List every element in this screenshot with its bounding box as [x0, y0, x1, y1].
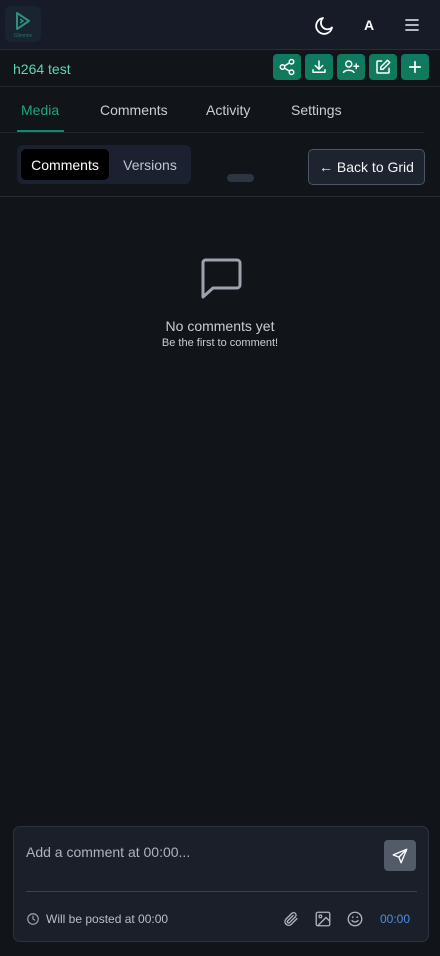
comment-input[interactable] — [26, 839, 376, 865]
empty-state-title: No comments yet — [165, 318, 275, 334]
app-logo[interactable]: Glimmie — [5, 6, 41, 42]
comments-toolbar: Comments Versions ← Back to Grid — [0, 133, 440, 197]
font-size-button[interactable]: A — [361, 15, 377, 35]
tab-activity[interactable]: Activity — [206, 102, 250, 118]
drag-handle[interactable] — [227, 174, 254, 182]
composer-divider — [26, 891, 417, 892]
share-button[interactable] — [273, 54, 301, 80]
segment-comments[interactable]: Comments — [21, 149, 109, 180]
moon-icon[interactable] — [313, 13, 337, 37]
post-time-info: Will be posted at 00:00 — [46, 912, 169, 926]
smile-icon[interactable] — [346, 910, 364, 928]
share-icon — [279, 58, 295, 76]
image-icon[interactable] — [314, 910, 332, 928]
add-user-button[interactable] — [337, 54, 365, 80]
tab-comments[interactable]: Comments — [100, 102, 168, 118]
view-switcher: Comments Versions — [17, 145, 191, 184]
project-bar: h264 test — [0, 50, 440, 87]
user-plus-icon — [342, 60, 360, 74]
project-title: h264 test — [13, 61, 71, 77]
download-button[interactable] — [305, 54, 333, 80]
speech-bubble-icon — [201, 258, 242, 299]
clock-icon — [27, 913, 39, 925]
tab-settings[interactable]: Settings — [291, 102, 342, 118]
segment-versions[interactable]: Versions — [115, 149, 185, 180]
play-logo-icon — [16, 12, 30, 30]
edit-button[interactable] — [369, 54, 397, 80]
download-icon — [312, 60, 326, 73]
tab-media[interactable]: Media — [21, 102, 59, 118]
send-button[interactable] — [384, 840, 416, 871]
hamburger-menu-icon[interactable] — [400, 13, 424, 37]
top-bar: Glimmie A — [0, 0, 440, 50]
back-to-grid-button[interactable]: ← Back to Grid — [308, 149, 425, 185]
edit-icon — [376, 59, 391, 74]
paperclip-icon[interactable] — [282, 910, 300, 928]
tab-bar: Media Comments Activity Settings — [0, 88, 440, 133]
send-icon — [392, 848, 408, 863]
empty-state-subtitle: Be the first to comment! — [161, 337, 279, 349]
plus-icon — [408, 60, 422, 74]
comment-composer: Will be posted at 00:00 00:00 — [13, 826, 429, 942]
add-button[interactable] — [401, 54, 429, 80]
timecode[interactable]: 00:00 — [380, 912, 410, 926]
logo-text: Glimmie — [13, 33, 33, 39]
